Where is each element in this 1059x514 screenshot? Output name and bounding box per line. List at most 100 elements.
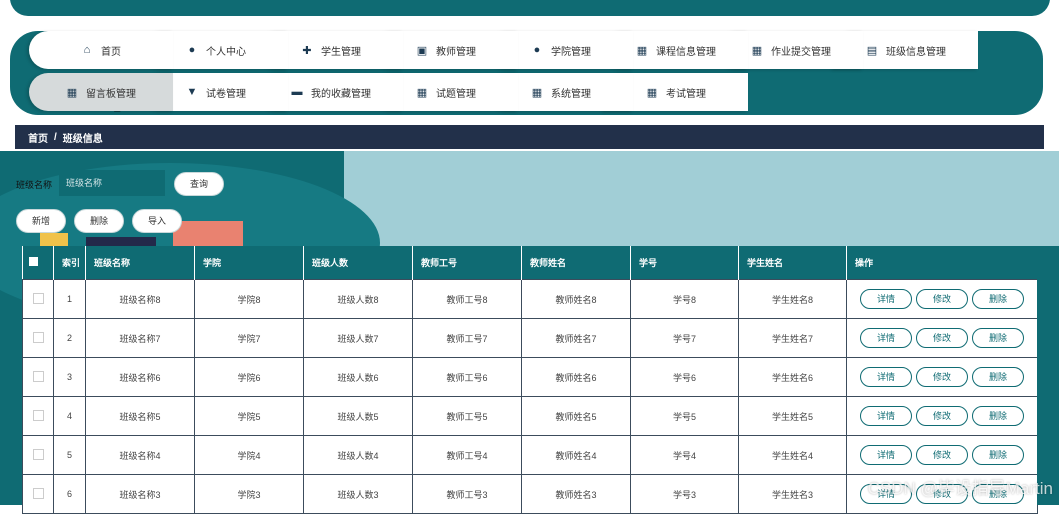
cell-tname: 教师姓名6 <box>521 357 631 397</box>
nav-item-label: 试卷管理 <box>206 88 246 100</box>
column-header: 班级名称 <box>85 246 195 280</box>
cell-sno: 学号5 <box>630 396 739 436</box>
nav-item-label: 作业提交管理 <box>771 46 831 58</box>
cell-college: 学院8 <box>194 279 304 319</box>
edit-button[interactable]: 修改 <box>916 445 968 465</box>
table-row: 2 班级名称7 学院7 班级人数7 教师工号7 教师姓名7 学号7 学生姓名7 详情 修改 删除 <box>22 318 1038 358</box>
cell-count: 班级人数5 <box>303 396 413 436</box>
column-header: 教师姓名 <box>521 246 631 280</box>
nav-item-label: 首页 <box>101 46 121 58</box>
nav-item-label: 班级信息管理 <box>886 46 946 58</box>
cell-college: 学院6 <box>194 357 304 397</box>
cell-tno: 教师工号5 <box>412 396 522 436</box>
query-button[interactable]: 查询 <box>174 172 224 196</box>
row-actions: 详情 修改 删除 <box>846 396 1038 436</box>
row-checkbox[interactable] <box>32 487 44 499</box>
row-checkbox-cell <box>22 474 54 514</box>
edit-button[interactable]: 修改 <box>916 406 968 426</box>
row-checkbox-cell <box>22 396 54 436</box>
cell-college: 学院3 <box>194 474 304 514</box>
detail-button[interactable]: 详情 <box>860 406 912 426</box>
column-header: 教师工号 <box>412 246 522 280</box>
select-all-header[interactable] <box>22 246 54 280</box>
row-delete-button[interactable]: 删除 <box>972 445 1024 465</box>
decor-code-block <box>173 221 243 247</box>
user-icon: ● <box>188 44 196 56</box>
cell-sname: 学生姓名4 <box>738 435 847 475</box>
cell-idx: 5 <box>53 435 86 475</box>
grid-icon: ▦ <box>636 44 648 57</box>
table-row: 5 班级名称4 学院4 班级人数4 教师工号4 教师姓名4 学号4 学生姓名4 详情 修改 删除 <box>22 435 1038 475</box>
add-button[interactable]: 新增 <box>16 209 66 233</box>
cell-tname: 教师姓名4 <box>521 435 631 475</box>
student-icon: ✚ <box>302 44 312 57</box>
cell-idx: 4 <box>53 396 86 436</box>
brush-icon: ▼ <box>186 86 198 98</box>
edit-button[interactable]: 修改 <box>916 328 968 348</box>
row-checkbox[interactable] <box>32 409 44 421</box>
select-all-checkbox[interactable] <box>28 257 38 266</box>
cell-tno: 教师工号6 <box>412 357 522 397</box>
watermark: CSDN @毕设指导Martin <box>867 479 1053 498</box>
cell-idx: 6 <box>53 474 86 514</box>
cell-tname: 教师姓名7 <box>521 318 631 358</box>
cell-sname: 学生姓名5 <box>738 396 847 436</box>
nav-item-row1-0[interactable]: ⌂ 首页 <box>29 31 173 69</box>
cell-college: 学院5 <box>194 396 304 436</box>
grid-icon: ▦ <box>646 86 658 99</box>
cell-name: 班级名称7 <box>85 318 195 358</box>
nav-row-2: ▦ 留言板管理 ▼ 试卷管理 ▬ 我的收藏管理 ▦ 试题管理 ▦ 系统管理 ▦ 考试管理 <box>29 73 748 111</box>
cell-sname: 学生姓名7 <box>738 318 847 358</box>
nav-item-label: 留言板管理 <box>86 88 136 100</box>
breadcrumb-home[interactable]: 首页 <box>28 130 48 145</box>
cell-sname: 学生姓名8 <box>738 279 847 319</box>
row-checkbox[interactable] <box>32 448 44 460</box>
row-delete-button[interactable]: 删除 <box>972 289 1024 309</box>
row-delete-button[interactable]: 删除 <box>972 406 1024 426</box>
clipboard-icon: ▤ <box>866 44 878 57</box>
row-checkbox[interactable] <box>32 331 44 343</box>
top-banner <box>10 0 1050 16</box>
edit-button[interactable]: 修改 <box>916 367 968 387</box>
row-checkbox[interactable] <box>32 292 44 304</box>
row-actions: 详情 修改 删除 <box>846 318 1038 358</box>
detail-button[interactable]: 详情 <box>860 367 912 387</box>
cell-sno: 学号4 <box>630 435 739 475</box>
delete-button[interactable]: 删除 <box>74 209 124 233</box>
detail-button[interactable]: 详情 <box>860 445 912 465</box>
class-name-search-input[interactable] <box>59 170 165 196</box>
row-delete-button[interactable]: 删除 <box>972 328 1024 348</box>
table-row: 3 班级名称6 学院6 班级人数6 教师工号6 教师姓名6 学号6 学生姓名6 详情 修改 删除 <box>22 357 1038 397</box>
cell-name: 班级名称3 <box>85 474 195 514</box>
main-nav: ⌂ 首页 ● 个人中心 ✚ 学生管理 ▣ 教师管理 ● 学院管理 ▦ 课程信息管理 ▦ 作业提交管理 ▤ 班级… <box>10 31 1043 115</box>
detail-button[interactable]: 详情 <box>860 289 912 309</box>
comment-icon: ▬ <box>291 86 303 98</box>
cell-college: 学院4 <box>194 435 304 475</box>
content-area: 班级名称 查询 新增 删除 导入 索引 班级名称 学院 班级人数 教师工号 教师… <box>0 151 1059 514</box>
nav-item-label: 我的收藏管理 <box>311 88 371 100</box>
cell-sname: 学生姓名6 <box>738 357 847 397</box>
row-checkbox-cell <box>22 357 54 397</box>
column-header: 学院 <box>194 246 304 280</box>
import-button[interactable]: 导入 <box>132 209 182 233</box>
row-actions: 详情 修改 删除 <box>846 279 1038 319</box>
briefcase-icon: ▣ <box>416 44 428 57</box>
table-row: 1 班级名称8 学院8 班级人数8 教师工号8 教师姓名8 学号8 学生姓名8 详情 修改 删除 <box>22 279 1038 319</box>
cell-idx: 2 <box>53 318 86 358</box>
row-actions: 详情 修改 删除 <box>846 357 1038 397</box>
cell-sno: 学号6 <box>630 357 739 397</box>
edit-button[interactable]: 修改 <box>916 289 968 309</box>
cell-idx: 1 <box>53 279 86 319</box>
cell-name: 班级名称5 <box>85 396 195 436</box>
cell-tno: 教师工号8 <box>412 279 522 319</box>
nav-item-label: 试题管理 <box>436 88 476 100</box>
column-header: 操作 <box>846 246 1038 280</box>
breadcrumb: 首页 / 班级信息 <box>15 125 1044 149</box>
detail-button[interactable]: 详情 <box>860 328 912 348</box>
cell-count: 班级人数6 <box>303 357 413 397</box>
nav-item-row2-0[interactable]: ▦ 留言板管理 <box>29 73 173 111</box>
row-checkbox[interactable] <box>32 370 44 382</box>
row-delete-button[interactable]: 删除 <box>972 367 1024 387</box>
cell-count: 班级人数8 <box>303 279 413 319</box>
grid-icon: ▦ <box>416 86 428 99</box>
